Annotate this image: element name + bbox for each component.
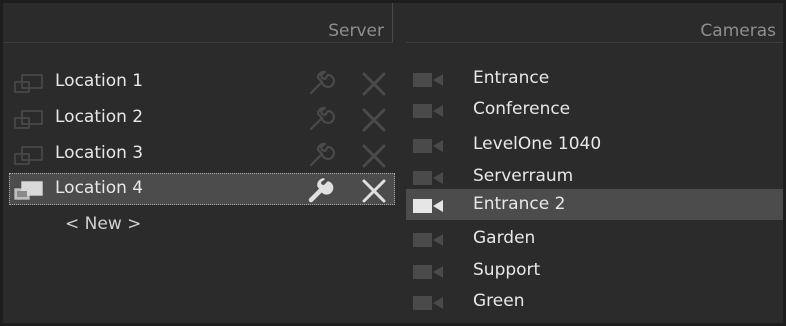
camera-label: Entrance — [473, 68, 550, 88]
camera-item[interactable]: Conference — [406, 94, 783, 125]
server-panel: Server Location 1 Location 2 Location 3 … — [3, 3, 396, 323]
camera-icon — [413, 104, 443, 118]
location-row-4-selected[interactable]: Location 4 — [9, 173, 395, 205]
camera-icon — [413, 296, 443, 310]
location-row-1[interactable]: Location 1 — [9, 66, 395, 98]
camera-label: Green — [473, 291, 525, 311]
camera-item[interactable]: Green — [406, 286, 783, 317]
location-label: Location 1 — [55, 71, 144, 91]
camera-label: Support — [473, 260, 541, 280]
computer-icon — [14, 110, 43, 129]
location-label: Location 3 — [55, 143, 144, 163]
close-icon[interactable] — [361, 178, 387, 204]
camera-icon — [413, 73, 443, 87]
location-camera-panel: Server Location 1 Location 2 Location 3 … — [3, 3, 783, 323]
cameras-panel: Cameras Entrance Conference LevelOne 104… — [406, 3, 783, 323]
wrench-icon[interactable] — [307, 142, 335, 168]
close-icon[interactable] — [361, 143, 387, 169]
computer-icon — [14, 146, 43, 165]
wrench-icon[interactable] — [307, 106, 335, 132]
camera-item-selected[interactable]: Entrance 2 — [406, 189, 783, 220]
close-icon[interactable] — [361, 107, 387, 133]
cameras-title: Cameras — [700, 21, 776, 41]
server-header: Server — [3, 3, 393, 43]
camera-label: LevelOne 1040 — [473, 134, 602, 154]
camera-item[interactable]: Garden — [406, 223, 783, 254]
camera-icon — [413, 265, 443, 279]
wrench-icon[interactable] — [307, 70, 335, 96]
camera-icon — [413, 233, 443, 247]
location-row-2[interactable]: Location 2 — [9, 102, 395, 134]
location-label: Location 2 — [55, 107, 144, 127]
camera-label: Conference — [473, 99, 571, 119]
camera-item[interactable]: Serverraum — [406, 161, 783, 192]
camera-icon — [413, 171, 443, 185]
camera-item[interactable]: Entrance — [406, 63, 783, 94]
close-icon[interactable] — [361, 71, 387, 97]
computer-icon — [14, 181, 43, 200]
location-label: Location 4 — [55, 178, 144, 198]
cameras-header: Cameras — [406, 3, 783, 43]
server-title: Server — [328, 21, 384, 41]
wrench-icon[interactable] — [307, 177, 335, 203]
camera-label: Serverraum — [473, 166, 574, 186]
camera-label: Garden — [473, 228, 536, 248]
camera-label: Entrance 2 — [473, 194, 566, 214]
location-row-3[interactable]: Location 3 — [9, 138, 395, 170]
camera-item[interactable]: LevelOne 1040 — [406, 129, 783, 160]
camera-item[interactable]: Support — [406, 255, 783, 286]
computer-icon — [14, 74, 43, 93]
camera-icon — [413, 139, 443, 153]
camera-icon — [413, 199, 443, 213]
new-location-item[interactable]: < New > — [65, 214, 141, 234]
